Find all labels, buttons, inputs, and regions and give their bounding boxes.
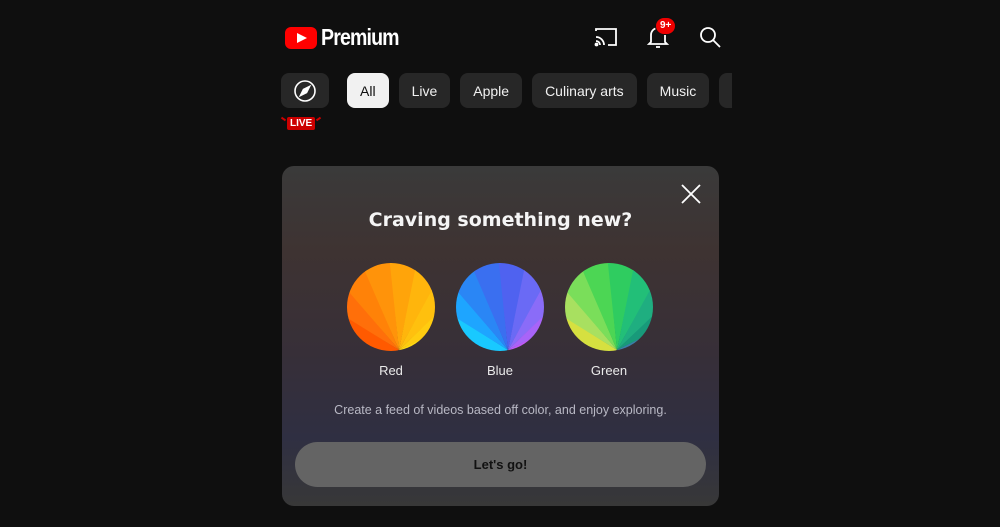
- red-color-wheel-icon: [347, 263, 435, 351]
- category-chips: All Live Apple Culinary arts Music N: [281, 73, 732, 109]
- top-actions: 9+: [591, 17, 725, 52]
- top-bar: Premium 9+: [285, 17, 725, 52]
- green-color-wheel-icon: [565, 263, 653, 351]
- option-label: Red: [379, 363, 403, 378]
- cast-button[interactable]: [591, 22, 621, 52]
- color-feed-dialog: Craving something new? Red Blue Green Cr…: [282, 166, 719, 506]
- youtube-premium-logo[interactable]: Premium: [285, 24, 412, 51]
- notification-badge: 9+: [655, 17, 677, 35]
- blue-color-wheel-icon: [456, 263, 544, 351]
- dialog-description: Create a feed of videos based off color,…: [334, 403, 667, 417]
- explore-button[interactable]: [281, 73, 329, 108]
- compass-icon: [294, 79, 316, 102]
- color-option-green[interactable]: Green: [565, 263, 653, 378]
- option-label: Blue: [486, 363, 514, 378]
- chip-apple[interactable]: Apple: [460, 73, 523, 108]
- dialog-title: Craving something new?: [368, 209, 633, 231]
- color-options: Red Blue Green: [347, 263, 653, 378]
- lets-go-button[interactable]: Let's go!: [295, 442, 706, 487]
- color-option-red[interactable]: Red: [347, 263, 435, 378]
- youtube-play-icon: [285, 26, 317, 49]
- chip-music[interactable]: Music: [646, 73, 710, 108]
- notifications-button[interactable]: 9+: [643, 17, 677, 52]
- chip-all[interactable]: All: [347, 73, 389, 108]
- search-button[interactable]: [695, 22, 725, 52]
- chip-culinary-arts[interactable]: Culinary arts: [532, 73, 637, 108]
- color-option-blue[interactable]: Blue: [456, 263, 544, 378]
- chip-more[interactable]: N: [719, 73, 732, 108]
- option-label: Green: [590, 363, 628, 378]
- logo-text: Premium: [321, 24, 400, 50]
- chip-live[interactable]: Live: [398, 73, 451, 108]
- youtube-home: Premium 9+ All Live Apple Culinary arts …: [0, 0, 1000, 527]
- cast-icon: [594, 28, 617, 47]
- close-button[interactable]: [679, 182, 703, 206]
- close-icon: [681, 184, 701, 204]
- search-icon: [700, 27, 721, 48]
- live-badge: LIVE: [287, 117, 316, 130]
